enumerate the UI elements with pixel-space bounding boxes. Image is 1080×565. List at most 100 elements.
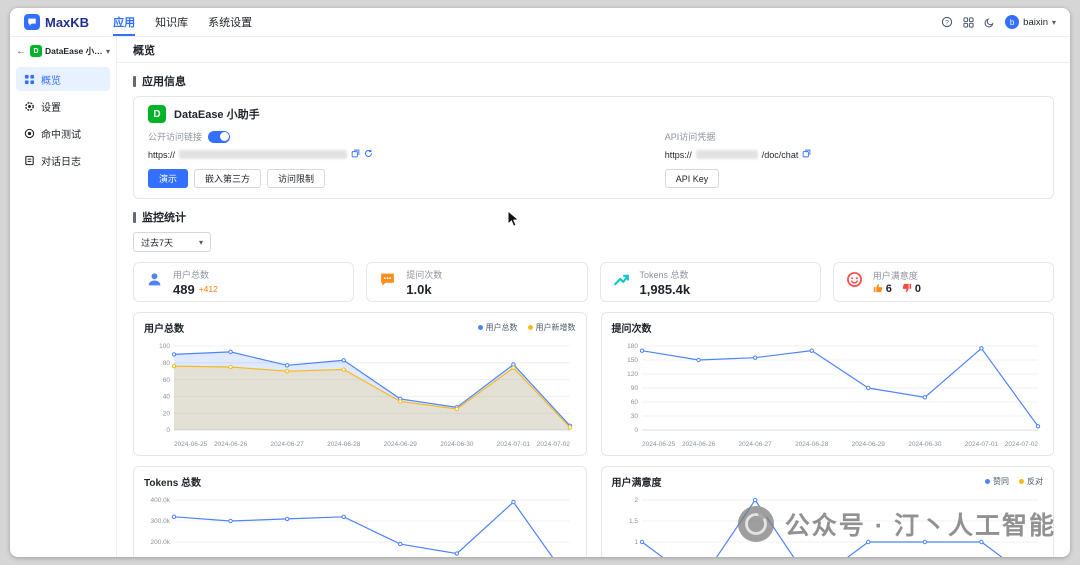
svg-text:180: 180 [627, 343, 638, 350]
main-area: 概览 应用信息 D DataEase 小助手 公开访问链接 [117, 37, 1070, 557]
app-icon: D [148, 105, 166, 123]
charts-grid: 用户总数 用户总数用户新增数 0204060801002024-06-25202… [133, 312, 1054, 557]
legend-item[interactable]: 反对 [1019, 476, 1043, 487]
chart-title: 用户满意度 [612, 474, 662, 489]
chevron-down-icon: ▾ [1052, 18, 1056, 27]
document-icon [24, 155, 35, 166]
api-url-prefix: https:// [665, 150, 692, 160]
sidebar-item-chat-log[interactable]: 对话日志 [16, 148, 110, 172]
stat-card-questions: 提问次数 1.0k [366, 262, 587, 302]
svg-text:1.5: 1.5 [628, 518, 637, 525]
svg-text:30: 30 [630, 413, 638, 420]
chart-legend: 赞同反对 [985, 476, 1043, 487]
nav-knowledge-base[interactable]: 知识库 [155, 8, 188, 36]
svg-text:400.0k: 400.0k [150, 497, 170, 504]
api-url-suffix: /doc/chat [762, 150, 799, 160]
nav-system-settings[interactable]: 系统设置 [208, 8, 252, 36]
refresh-icon[interactable] [364, 149, 373, 160]
svg-text:2024-06-28: 2024-06-28 [795, 441, 829, 448]
legend-item[interactable]: 赞同 [985, 476, 1009, 487]
app-selector[interactable]: ← D DataEase 小助手 ▾ [16, 45, 110, 57]
legend-item[interactable]: 用户新增数 [528, 322, 576, 333]
svg-text:2: 2 [634, 497, 638, 504]
stat-card-satisfaction: 用户满意度 6 [833, 262, 1054, 302]
topbar: MaxKB 应用 知识库 系统设置 ? b baixin ▾ [10, 8, 1070, 37]
section-monitor: 监控统计 [133, 209, 1054, 225]
thumb-down-count: 0 [915, 283, 921, 295]
app-window: MaxKB 应用 知识库 系统设置 ? b baixin ▾ ← [10, 8, 1070, 557]
stats-row: 用户总数 489+412 提问次数 1.0k [133, 262, 1054, 302]
chart-card-tokens: Tokens 总数 0100.0k200.0k300.0k400.0k2024-… [133, 466, 586, 557]
thumb-up-count: 6 [886, 283, 892, 295]
svg-text:2024-06-26: 2024-06-26 [214, 441, 248, 448]
gear-icon [24, 101, 35, 112]
help-icon[interactable]: ? [941, 16, 953, 28]
svg-text:2024-07-01: 2024-07-01 [497, 441, 531, 448]
tokens-chart: 0100.0k200.0k300.0k400.0k2024-06-252024-… [144, 492, 575, 557]
access-restriction-button[interactable]: 访问限制 [267, 169, 325, 188]
svg-text:2024-07-02: 2024-07-02 [537, 441, 571, 448]
maxkb-logo-text: MaxKB [45, 15, 89, 30]
sidebar-item-label: 命中测试 [41, 126, 81, 141]
nav-apps[interactable]: 应用 [113, 8, 135, 36]
svg-text:40: 40 [163, 394, 171, 401]
svg-text:2024-06-28: 2024-06-28 [327, 441, 361, 448]
user-avatar: b [1005, 15, 1019, 29]
chart-card-satisfaction: 用户满意度 赞同反对 00.511.522024-06-252024-06-26… [601, 466, 1055, 557]
section-bar [133, 76, 136, 87]
app-name: DataEase 小助手 [174, 106, 260, 122]
sidebar-item-settings[interactable]: 设置 [16, 94, 110, 118]
svg-text:2024-06-27: 2024-06-27 [738, 441, 772, 448]
svg-text:20: 20 [163, 410, 171, 417]
stat-questions-value: 1.0k [406, 282, 442, 297]
svg-text:2024-06-30: 2024-06-30 [440, 441, 474, 448]
sidebar-item-hit-test[interactable]: 命中测试 [16, 121, 110, 145]
sidebar-item-overview[interactable]: 概览 [16, 67, 110, 91]
trend-arrow-icon [613, 271, 630, 293]
chart-title: Tokens 总数 [144, 474, 201, 489]
svg-text:0: 0 [634, 427, 638, 434]
time-range-select[interactable]: 过去7天 ▾ [133, 232, 211, 252]
app-info-card: D DataEase 小助手 公开访问链接 https:// [133, 96, 1054, 199]
back-arrow-icon[interactable]: ← [16, 46, 26, 57]
chevron-down-icon: ▾ [106, 47, 110, 56]
svg-text:2024-06-25: 2024-06-25 [174, 441, 208, 448]
user-menu[interactable]: b baixin ▾ [1005, 15, 1056, 29]
sidebar: ← D DataEase 小助手 ▾ 概览 设置 [10, 37, 117, 557]
svg-text:2024-06-25: 2024-06-25 [642, 441, 676, 448]
svg-text:80: 80 [163, 360, 171, 367]
section-bar [133, 212, 136, 223]
public-url-prefix: https:// [148, 150, 175, 160]
app-selector-name: DataEase 小助手 [45, 45, 103, 57]
stat-users-value: 489 [173, 282, 195, 297]
maxkb-logo-icon [24, 14, 40, 30]
legend-item[interactable]: 用户总数 [478, 322, 518, 333]
embed-third-party-button[interactable]: 嵌入第三方 [194, 169, 261, 188]
svg-text:100: 100 [159, 343, 170, 350]
chart-title: 提问次数 [612, 320, 652, 335]
theme-icon[interactable] [984, 17, 995, 28]
chat-bubble-icon [379, 271, 396, 293]
svg-text:2024-06-27: 2024-06-27 [271, 441, 305, 448]
copy-icon[interactable] [351, 149, 360, 160]
svg-text:2024-07-01: 2024-07-01 [964, 441, 998, 448]
svg-text:2024-07-02: 2024-07-02 [1004, 441, 1038, 448]
overview-icon [24, 74, 35, 85]
chevron-down-icon: ▾ [199, 238, 203, 247]
apps-grid-icon[interactable] [963, 17, 974, 28]
chart-card-users: 用户总数 用户总数用户新增数 0204060801002024-06-25202… [133, 312, 586, 456]
public-link-toggle[interactable] [208, 131, 230, 143]
svg-text:90: 90 [630, 385, 638, 392]
chart-title: 用户总数 [144, 320, 184, 335]
svg-text:60: 60 [630, 399, 638, 406]
maxkb-logo[interactable]: MaxKB [24, 14, 89, 30]
demo-button[interactable]: 演示 [148, 169, 188, 188]
chart-card-questions: 提问次数 03060901201501802024-06-252024-06-2… [601, 312, 1055, 456]
questions-chart: 03060901201501802024-06-252024-06-262024… [612, 338, 1044, 452]
page-title: 概览 [117, 37, 1070, 63]
api-credentials-label: API访问凭据 [665, 130, 716, 143]
api-key-button[interactable]: API Key [665, 169, 720, 188]
copy-icon[interactable] [802, 149, 811, 160]
chart-legend: 用户总数用户新增数 [478, 322, 576, 333]
svg-text:120: 120 [627, 371, 638, 378]
